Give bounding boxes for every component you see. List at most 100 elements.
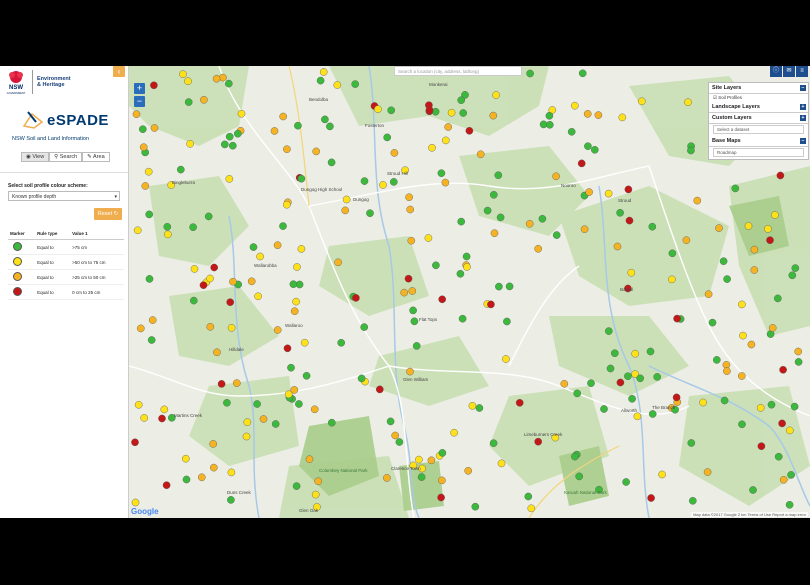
soil-profile-marker[interactable]: [624, 372, 632, 381]
soil-profile-marker[interactable]: [771, 211, 779, 219]
reset-button[interactable]: Reset ↻: [94, 208, 122, 220]
soil-profile-marker[interactable]: [432, 261, 440, 270]
soil-profile-marker[interactable]: [788, 271, 797, 280]
soil-profile-marker[interactable]: [140, 414, 149, 422]
soil-profile-marker[interactable]: [606, 364, 615, 373]
soil-profile-marker[interactable]: [427, 456, 436, 465]
site-layers-header[interactable]: Site Layers −: [709, 83, 808, 94]
custom-dataset-select[interactable]: Select a dataset: [713, 125, 804, 134]
soil-profile-marker[interactable]: [527, 504, 536, 513]
soil-profile-marker[interactable]: [177, 165, 185, 174]
soil-profile-marker[interactable]: [133, 226, 142, 235]
soil-profile-marker[interactable]: [600, 405, 608, 413]
soil-profile-marker[interactable]: [190, 296, 198, 305]
soil-profile-marker[interactable]: [545, 121, 554, 129]
soil-profile-marker[interactable]: [790, 402, 799, 411]
soil-profile-marker[interactable]: [407, 236, 416, 245]
soil-profile-marker[interactable]: [283, 344, 292, 353]
tab-search[interactable]: ⚲ Search: [49, 152, 83, 162]
collapse-icon[interactable]: −: [800, 85, 806, 91]
soil-profile-marker[interactable]: [658, 470, 666, 479]
soil-profile-marker[interactable]: [351, 80, 359, 88]
soil-profile-marker[interactable]: [594, 111, 603, 119]
soil-profile-marker[interactable]: [290, 386, 299, 394]
soil-profile-marker[interactable]: [300, 338, 309, 347]
collapse-sidebar-button[interactable]: ‹: [113, 66, 125, 77]
soil-profile-marker[interactable]: [524, 492, 533, 501]
soil-profile-marker[interactable]: [476, 150, 485, 159]
soil-profile-marker[interactable]: [713, 356, 721, 364]
soil-profile-marker[interactable]: [312, 147, 320, 156]
soil-profile-marker[interactable]: [237, 109, 246, 118]
soil-profile-marker[interactable]: [687, 146, 695, 155]
soil-profile-marker[interactable]: [475, 404, 484, 412]
soil-profile-marker[interactable]: [628, 394, 636, 403]
soil-profile-marker[interactable]: [494, 171, 503, 179]
soil-profile-marker[interactable]: [776, 171, 785, 180]
soil-profile-marker[interactable]: [226, 298, 234, 306]
soil-profile-marker[interactable]: [749, 486, 757, 494]
soil-profile-marker[interactable]: [326, 122, 334, 131]
soil-profile-marker[interactable]: [204, 212, 213, 221]
soil-profile-marker[interactable]: [287, 363, 295, 372]
soil-profile-marker[interactable]: [405, 193, 413, 201]
soil-profile-marker[interactable]: [145, 210, 154, 219]
soil-profiles-checkbox[interactable]: ☑ Soil Profiles: [709, 94, 808, 102]
soil-profile-marker[interactable]: [647, 494, 655, 502]
soil-profile-marker[interactable]: [438, 449, 447, 457]
soil-profile-marker[interactable]: [747, 340, 756, 349]
soil-profile-marker[interactable]: [375, 385, 384, 394]
collapse-icon[interactable]: −: [800, 138, 806, 144]
soil-profile-marker[interactable]: [225, 175, 234, 183]
soil-profile-marker[interactable]: [622, 478, 630, 486]
soil-profile-marker[interactable]: [738, 300, 746, 309]
soil-profile-marker[interactable]: [459, 109, 468, 117]
soil-profile-marker[interactable]: [223, 398, 231, 407]
soil-profile-marker[interactable]: [366, 209, 374, 217]
soil-profile-marker[interactable]: [210, 263, 218, 272]
soil-profile-marker[interactable]: [739, 331, 747, 340]
soil-profile-marker[interactable]: [585, 188, 593, 196]
soil-profile-marker[interactable]: [625, 216, 634, 225]
soil-profile-marker[interactable]: [150, 81, 158, 90]
soil-profile-marker[interactable]: [456, 269, 465, 278]
soil-profile-marker[interactable]: [282, 200, 291, 209]
soil-profile-marker[interactable]: [767, 400, 776, 409]
soil-profile-marker[interactable]: [587, 379, 595, 388]
soil-profile-marker[interactable]: [502, 355, 510, 363]
soil-profile-marker[interactable]: [141, 182, 150, 190]
soil-profile-marker[interactable]: [410, 317, 419, 326]
soil-profile-marker[interactable]: [490, 229, 499, 237]
soil-profile-marker[interactable]: [145, 275, 154, 283]
soil-profile-marker[interactable]: [190, 265, 199, 273]
base-map-select[interactable]: Roadmap: [713, 148, 804, 157]
soil-profile-marker[interactable]: [575, 472, 584, 481]
soil-profile-marker[interactable]: [290, 307, 299, 315]
soil-profile-marker[interactable]: [150, 124, 159, 132]
soil-profile-marker[interactable]: [279, 222, 287, 230]
soil-profile-marker[interactable]: [624, 185, 633, 194]
location-search-input[interactable]: Search a location (city, address, lat/lo…: [394, 66, 522, 76]
soil-profile-marker[interactable]: [438, 476, 446, 485]
soil-profile-marker[interactable]: [319, 68, 328, 76]
soil-profile-marker[interactable]: [283, 145, 291, 153]
soil-profile-marker[interactable]: [604, 327, 613, 335]
tab-view[interactable]: ◉ View: [21, 152, 50, 162]
soil-profile-marker[interactable]: [395, 438, 404, 446]
soil-profile-marker[interactable]: [604, 189, 613, 198]
soil-profile-marker[interactable]: [552, 231, 561, 239]
soil-profile-marker[interactable]: [311, 490, 320, 499]
soil-profile-marker[interactable]: [534, 244, 543, 253]
soil-profile-marker[interactable]: [179, 70, 187, 78]
soil-profile-marker[interactable]: [334, 258, 342, 267]
soil-profile-marker[interactable]: [719, 257, 728, 265]
soil-profile-marker[interactable]: [199, 281, 208, 289]
soil-profile-marker[interactable]: [390, 149, 399, 157]
soil-profile-marker[interactable]: [487, 300, 495, 309]
soil-profile-marker[interactable]: [357, 374, 366, 383]
soil-profile-marker[interactable]: [791, 264, 800, 272]
soil-profile-marker[interactable]: [699, 398, 707, 407]
soil-profile-marker[interactable]: [415, 455, 423, 464]
soil-profile-marker[interactable]: [293, 263, 301, 271]
soil-profile-marker[interactable]: [458, 314, 467, 323]
